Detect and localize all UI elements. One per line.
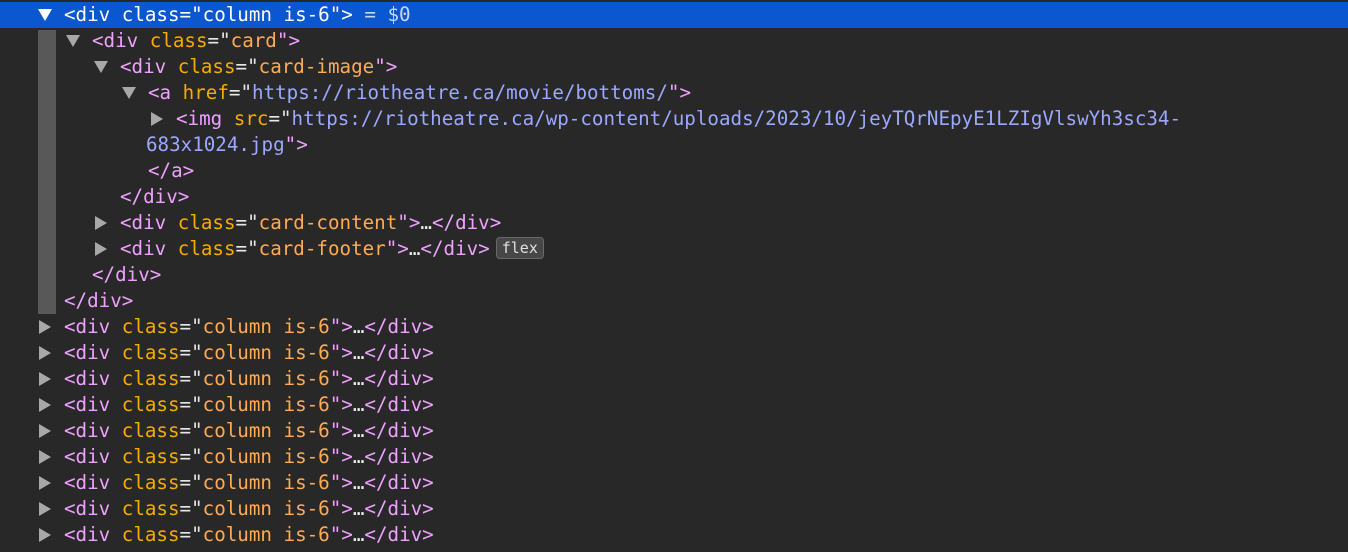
tree-row-card-image-close[interactable]: </div>	[0, 184, 1348, 210]
tree-row-card-close[interactable]: </div>	[0, 262, 1348, 288]
node-markup: <div class="column is-6">…</div>	[64, 341, 434, 364]
triangle-down-icon[interactable]	[94, 54, 108, 80]
node-markup: <div class="column is-6">…</div>	[64, 445, 434, 468]
triangle-down-icon[interactable]	[66, 28, 80, 54]
tree-row-column[interactable]: <div class="column is-6">…</div>	[0, 314, 1348, 340]
triangle-down-icon[interactable]	[122, 80, 136, 106]
collapsed-ellipsis[interactable]: …	[353, 471, 365, 494]
collapsed-ellipsis[interactable]: …	[409, 237, 421, 260]
triangle-right-icon[interactable]	[150, 106, 164, 132]
tree-row-card-image[interactable]: <div class="card-image">	[0, 54, 1348, 80]
tree-row-column[interactable]: <div class="column is-6">…</div>	[0, 496, 1348, 522]
tree-row-card-content[interactable]: <div class="card-content">…</div>	[0, 210, 1348, 236]
node-markup: <div class="column is-6">…</div>	[64, 419, 434, 442]
node-markup: <div class="column is-6">…</div>	[64, 471, 434, 494]
collapsed-ellipsis[interactable]: …	[353, 341, 365, 364]
triangle-right-icon[interactable]	[38, 444, 52, 470]
triangle-right-icon[interactable]	[94, 210, 108, 236]
collapsed-ellipsis[interactable]: …	[353, 419, 365, 442]
collapsed-ellipsis[interactable]: …	[353, 367, 365, 390]
href-link[interactable]: https://riotheatre.ca/movie/bottoms/	[252, 81, 668, 104]
node-markup: <div class="column is-6">…</div>	[64, 393, 434, 416]
node-markup: <div class="column is-6">…</div>	[64, 497, 434, 520]
triangle-right-icon[interactable]	[38, 366, 52, 392]
tree-row-column[interactable]: <div class="column is-6">…</div>	[0, 444, 1348, 470]
tree-row-column[interactable]: <div class="column is-6">…</div>	[0, 366, 1348, 392]
collapsed-ellipsis[interactable]: …	[353, 523, 365, 546]
img-src-link[interactable]: https://riotheatre.ca/wp-content/uploads…	[292, 107, 1182, 130]
node-markup: <div class="card">	[92, 29, 300, 52]
node-markup: <div class="card-content">…</div>	[120, 211, 502, 234]
node-markup: 683x1024.jpg">	[146, 133, 308, 156]
console-ref: = $0	[352, 3, 411, 26]
triangle-right-icon[interactable]	[38, 418, 52, 444]
triangle-down-icon[interactable]	[38, 2, 52, 28]
node-markup: <div class="column is-6">…</div>	[64, 315, 434, 338]
img-src-link-continued[interactable]: 683x1024.jpg	[146, 133, 285, 156]
triangle-right-icon[interactable]	[38, 522, 52, 548]
collapsed-ellipsis[interactable]: …	[420, 211, 432, 234]
tree-row-anchor[interactable]: <a href="https://riotheatre.ca/movie/bot…	[0, 80, 1348, 106]
tree-row-img-continuation[interactable]: 683x1024.jpg">	[0, 132, 1348, 158]
node-markup: <div class="card-image">	[120, 55, 398, 78]
tree-row-column[interactable]: <div class="column is-6">…</div>	[0, 340, 1348, 366]
tree-row-column[interactable]: <div class="column is-6">…</div>	[0, 392, 1348, 418]
node-markup: <img src="https://riotheatre.ca/wp-conte…	[176, 107, 1182, 130]
tree-row-selected-column[interactable]: <div class="column is-6"> = $0	[0, 2, 1348, 28]
tree-row-card[interactable]: <div class="card">	[0, 28, 1348, 54]
triangle-right-icon[interactable]	[38, 314, 52, 340]
node-markup: <div class="card-footer">…</div> flex	[120, 236, 544, 262]
flex-badge[interactable]: flex	[495, 237, 544, 259]
node-markup: <div class="column is-6">…</div>	[64, 367, 434, 390]
tree-row-img[interactable]: <img src="https://riotheatre.ca/wp-conte…	[0, 106, 1348, 132]
tree-row-column[interactable]: <div class="column is-6">…</div>	[0, 522, 1348, 548]
tree-row-column[interactable]: <div class="column is-6">…</div>	[0, 470, 1348, 496]
collapsed-ellipsis[interactable]: …	[353, 315, 365, 338]
collapsed-ellipsis[interactable]: …	[353, 393, 365, 416]
collapsed-ellipsis[interactable]: …	[353, 445, 365, 468]
closing-tag: </div>	[120, 185, 190, 208]
tree-row-column[interactable]: <div class="column is-6">…</div>	[0, 418, 1348, 444]
node-markup: <div class="column is-6">…</div>	[64, 523, 434, 546]
node-markup: <a href="https://riotheatre.ca/movie/bot…	[148, 81, 691, 104]
triangle-right-icon[interactable]	[38, 470, 52, 496]
closing-tag: </div>	[64, 289, 134, 312]
tree-row-selected-close[interactable]: </div>	[0, 288, 1348, 314]
triangle-right-icon[interactable]	[38, 340, 52, 366]
closing-tag: </a>	[148, 159, 195, 182]
triangle-right-icon[interactable]	[38, 496, 52, 522]
tree-row-anchor-close[interactable]: </a>	[0, 158, 1348, 184]
closing-tag: </div>	[92, 263, 162, 286]
triangle-right-icon[interactable]	[38, 392, 52, 418]
node-markup: <div class="column is-6"> = $0	[64, 3, 411, 26]
triangle-right-icon[interactable]	[94, 236, 108, 262]
tree-row-card-footer[interactable]: <div class="card-footer">…</div> flex	[0, 236, 1348, 262]
collapsed-ellipsis[interactable]: …	[353, 497, 365, 520]
elements-tree[interactable]: <div class="column is-6"> = $0 <div clas…	[0, 0, 1348, 552]
